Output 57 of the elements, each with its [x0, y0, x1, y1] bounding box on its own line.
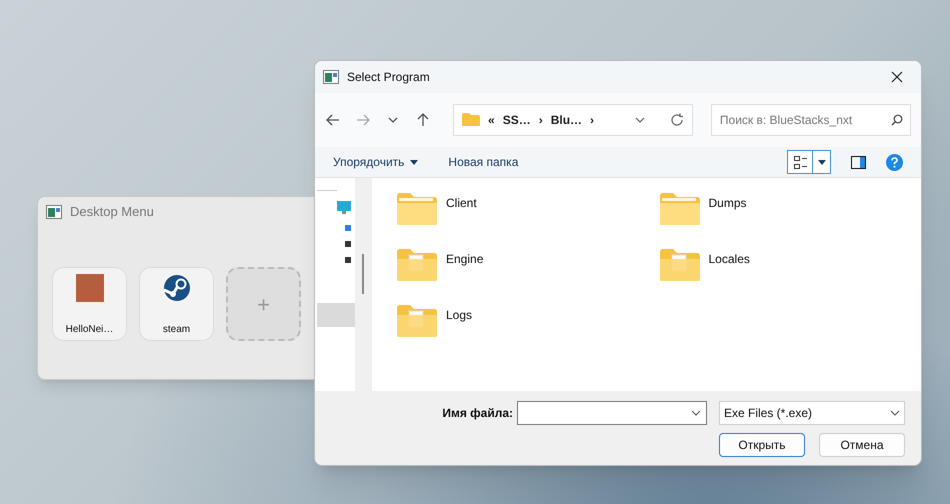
up-arrow-icon [415, 112, 431, 128]
back-arrow-icon [325, 112, 341, 128]
caret-icon [818, 160, 826, 164]
app-tile[interactable]: steam [139, 267, 214, 341]
steam-logo-icon [162, 274, 190, 302]
breadcrumb-item[interactable]: Blu… [550, 111, 582, 129]
open-button[interactable]: Открыть [719, 433, 805, 457]
folder-name: Dumps [708, 195, 747, 212]
folder-icon [658, 192, 700, 226]
folder-item[interactable]: Locales [658, 248, 921, 282]
app-label: HelloNei… [66, 323, 114, 337]
breadcrumb-item[interactable]: « [488, 111, 495, 129]
search-field[interactable]: Поиск в: BlueStacks_nxt [710, 104, 911, 136]
preview-pane-icon[interactable] [851, 156, 866, 168]
filename-field[interactable] [517, 401, 707, 425]
close-icon [891, 71, 903, 83]
search-icon [891, 114, 903, 126]
chevron-down-icon [691, 410, 701, 416]
filename-label: Имя файла: [442, 405, 513, 422]
computer-icon[interactable] [337, 201, 351, 215]
folder-item[interactable]: Client [396, 192, 658, 226]
organize-menu[interactable]: Упорядочить [333, 153, 418, 171]
filetype-dropdown[interactable]: Exe Files (*.exe) [719, 401, 905, 425]
view-list-icon [794, 156, 806, 168]
new-folder-button[interactable]: Новая папка [448, 153, 518, 171]
chevron-down-icon [890, 410, 900, 416]
breadcrumb-item[interactable]: › [538, 111, 543, 129]
app-icon [46, 205, 62, 219]
folder-name: Engine [446, 251, 484, 268]
folder-name: Logs [446, 307, 472, 324]
folder-with-files-icon [396, 248, 438, 282]
caret-icon [410, 160, 418, 164]
forward-arrow-icon [355, 112, 371, 128]
folder-with-files-icon [396, 304, 438, 338]
game-picture [76, 274, 104, 302]
folder-name: Client [446, 195, 477, 212]
window-title: Select Program [347, 69, 430, 86]
back-arrow-button[interactable] [325, 112, 341, 128]
help-icon[interactable] [886, 154, 903, 170]
folder-icon [396, 192, 438, 226]
app-icon [323, 70, 339, 84]
refresh-icon[interactable] [670, 113, 684, 127]
breadcrumb-item[interactable]: › [590, 111, 594, 129]
up-arrow-button[interactable] [415, 112, 431, 128]
app-label: steam [162, 323, 190, 337]
view-button[interactable] [787, 150, 831, 174]
app-tile[interactable]: HelloNei… [52, 267, 127, 341]
folder-item[interactable]: Dumps [658, 192, 921, 226]
address-bar[interactable]: « SS… › Blu… › [453, 104, 693, 136]
breadcrumb-item[interactable]: SS… [502, 111, 531, 129]
folder-item[interactable]: Engine [396, 248, 658, 282]
folder-name: Locales [708, 251, 750, 268]
cancel-button[interactable]: Отмена [819, 433, 905, 457]
window-title: Desktop Menu [70, 203, 154, 222]
folder-item[interactable]: Logs [396, 304, 658, 338]
folder-icon [462, 113, 480, 127]
folder-with-files-icon [658, 248, 700, 282]
